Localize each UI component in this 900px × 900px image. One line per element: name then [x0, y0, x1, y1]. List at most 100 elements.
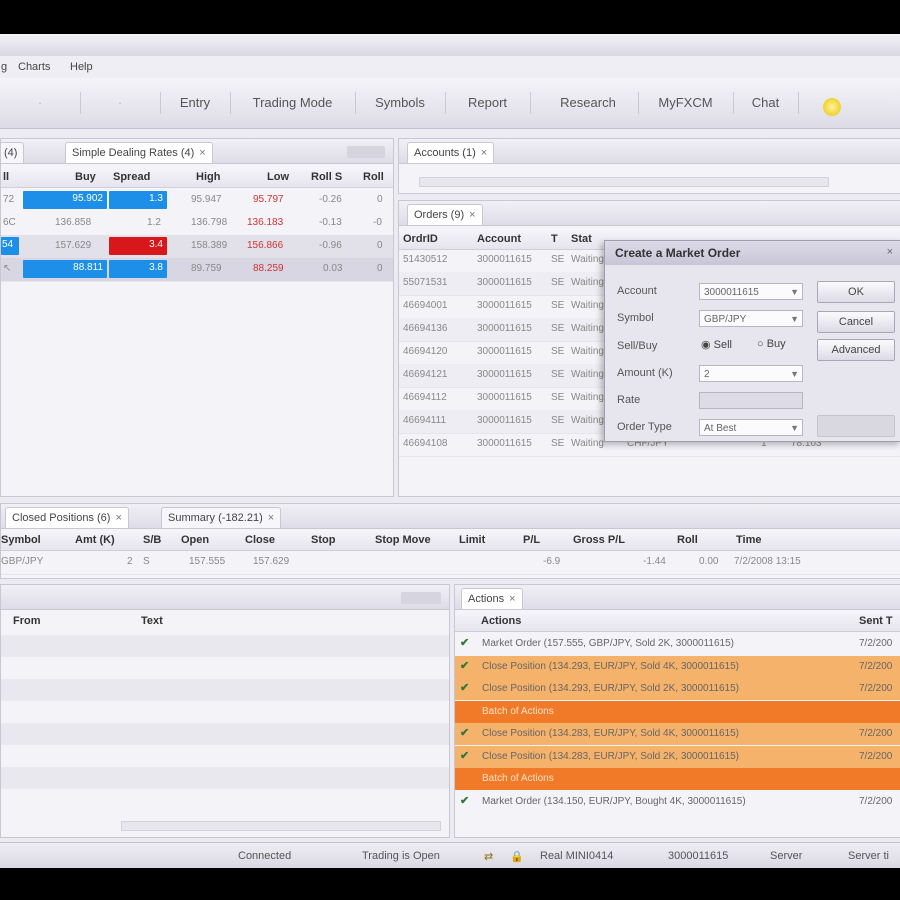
- horizontal-scrollbar[interactable]: [121, 821, 441, 831]
- tab-rates-small[interactable]: (4): [1, 142, 25, 163]
- list-item: [1, 767, 449, 789]
- buy-cell[interactable]: 95.902: [23, 191, 107, 209]
- amount-select[interactable]: 2 ▼: [699, 365, 803, 382]
- tab-actions[interactable]: Actions ×: [461, 588, 523, 609]
- lightbulb-icon[interactable]: [823, 98, 841, 116]
- buy-radio[interactable]: ○ Buy: [757, 338, 786, 350]
- roll-s-value: -0.96: [319, 240, 342, 251]
- action-row[interactable]: ✔ Close Position (134.283, EUR/JPY, Sold …: [455, 745, 900, 768]
- buy-value: 157.629: [55, 240, 92, 251]
- actions-header: Actions Sent T: [455, 611, 900, 632]
- toolbar-item-view[interactable]: ·: [80, 92, 161, 114]
- low-value: 88.259: [253, 263, 284, 274]
- close-icon[interactable]: ×: [268, 512, 274, 524]
- col-time: Time: [736, 534, 762, 546]
- col-limit: Limit: [459, 534, 486, 546]
- toolbar-item-entry[interactable]: Entry: [160, 92, 231, 114]
- account-number: 3000011615: [668, 850, 729, 862]
- checkmark-icon: ✔: [460, 682, 470, 694]
- action-row[interactable]: ✔ Close Position (134.293, EUR/JPY, Sold …: [455, 678, 900, 700]
- toolbar-item-myfxcm[interactable]: MyFXCM: [638, 92, 734, 114]
- pl-value: -6.9: [543, 556, 561, 567]
- panel-options-icon[interactable]: [347, 146, 385, 158]
- col-actions: Actions: [481, 615, 522, 627]
- tab-orders[interactable]: Orders (9) ×: [407, 204, 483, 225]
- checkmark-icon: ✔: [460, 659, 470, 672]
- cancel-button[interactable]: Cancel: [817, 311, 895, 333]
- trading-status: Trading is Open: [362, 850, 440, 862]
- sell-label: Sell: [713, 339, 732, 351]
- toolbar-item-symbols[interactable]: Symbols: [355, 92, 446, 114]
- symbol-select[interactable]: GBP/JPY ▼: [699, 310, 803, 327]
- tab-simple-dealing-rates[interactable]: Simple Dealing Rates (4) ×: [65, 142, 213, 163]
- status-cell: Waiting: [571, 254, 604, 265]
- panel-options-icon[interactable]: [401, 592, 441, 604]
- rate-row[interactable]: 6C 136.858 1.2 136.798 136.183 -0.13 -0: [1, 212, 393, 236]
- account-cell: 3000011615: [477, 323, 532, 334]
- col-roll: Roll: [363, 171, 384, 183]
- close-icon[interactable]: ×: [481, 147, 487, 159]
- close-icon[interactable]: ×: [887, 246, 893, 258]
- close-icon[interactable]: ×: [509, 593, 515, 605]
- col-status: Stat: [571, 233, 592, 245]
- action-row[interactable]: Batch of Actions: [455, 700, 900, 723]
- rate-row[interactable]: 54 157.629 3.4 158.389 156.866 -0.96 0: [1, 235, 393, 259]
- tab-accounts[interactable]: Accounts (1) ×: [407, 142, 495, 163]
- sell-radio[interactable]: ◉ Sell: [701, 338, 732, 351]
- action-row[interactable]: ✔ Close Position (134.293, EUR/JPY, Sold …: [455, 655, 900, 678]
- spread-cell: 1.3: [109, 191, 167, 209]
- close-icon[interactable]: ×: [469, 209, 475, 221]
- toolbar-item-trading-mode[interactable]: Trading Mode: [230, 92, 356, 114]
- accounts-panel: Accounts (1) ×: [398, 138, 900, 194]
- chevron-down-icon: ▼: [790, 423, 799, 433]
- action-text: Market Order (134.150, EUR/JPY, Bought 4…: [482, 795, 746, 807]
- roll-value: 0.00: [699, 556, 719, 567]
- buy-value: 88.811: [73, 262, 103, 273]
- menu-item-charts[interactable]: Charts: [18, 61, 50, 73]
- order-id-cell: 55071531: [403, 277, 448, 288]
- rate-row[interactable]: 72 95.902 1.3 95.947 95.797 -0.26 0: [1, 189, 393, 213]
- advanced-button[interactable]: Advanced: [817, 339, 895, 361]
- status-cell: Waiting: [571, 369, 604, 380]
- checkmark-icon: ✔: [460, 749, 470, 762]
- toolbar-item-prev[interactable]: ·: [0, 92, 81, 114]
- close-icon[interactable]: ×: [115, 512, 121, 524]
- account-select[interactable]: 3000011615 ▼: [699, 283, 803, 300]
- menu-item-help[interactable]: Help: [70, 61, 93, 73]
- chevron-down-icon: ▼: [790, 287, 799, 297]
- tab-summary[interactable]: Summary (-182.21) ×: [161, 507, 282, 528]
- close-icon[interactable]: ×: [199, 147, 205, 159]
- checkmark-icon: ✔: [460, 794, 470, 807]
- tab-closed-positions[interactable]: Closed Positions (6) ×: [5, 507, 129, 528]
- positions-header: Symbol Amt (K) S/B Open Close Stop Stop …: [1, 530, 900, 551]
- spread-value: 3.8: [149, 262, 163, 273]
- position-row[interactable]: GBP/JPY 2 S 157.555 157.629 -6.9 -1.44 0…: [1, 551, 900, 575]
- toolbar-item-chat[interactable]: Chat: [733, 92, 799, 114]
- account-cell: 3000011615: [477, 415, 532, 426]
- menu-item-file[interactable]: g: [1, 61, 7, 73]
- col-pl: P/L: [523, 534, 541, 546]
- amount-label: Amount (K): [617, 367, 673, 379]
- buy-cell[interactable]: 88.811: [23, 260, 107, 278]
- action-row[interactable]: ✔ Market Order (134.150, EUR/JPY, Bought …: [455, 790, 900, 813]
- order-type-select[interactable]: At Best ▼: [699, 419, 803, 436]
- sell-cell[interactable]: 54: [1, 237, 19, 255]
- spread-value: 1.3: [149, 193, 163, 204]
- ok-button[interactable]: OK: [817, 281, 895, 303]
- toolbar-item-report[interactable]: Report: [445, 92, 531, 114]
- cursor-icon: ↖: [3, 263, 12, 274]
- horizontal-scrollbar[interactable]: [419, 177, 829, 187]
- action-row[interactable]: ✔ Close Position (134.283, EUR/JPY, Sold …: [455, 723, 900, 745]
- rate-row[interactable]: ↖ 88.811 3.8 89.759 88.259 0.03 0: [1, 258, 393, 282]
- account-value: 3000011615: [704, 287, 759, 298]
- toolbar-item-research[interactable]: Research: [538, 92, 639, 114]
- sent-time: 7/2/200: [859, 728, 893, 739]
- action-row[interactable]: ✔ Market Order (157.555, GBP/JPY, Sold 2K…: [455, 633, 900, 655]
- amount-value: 2: [127, 556, 133, 567]
- high-value: 95.947: [191, 194, 222, 205]
- action-row[interactable]: Batch of Actions: [455, 768, 900, 790]
- order-id-cell: 51430512: [403, 254, 448, 265]
- order-id-cell: 46694108: [403, 438, 448, 449]
- main-toolbar: · · Entry Trading Mode Symbols Report Re…: [0, 78, 900, 129]
- buy-label: Buy: [766, 338, 786, 350]
